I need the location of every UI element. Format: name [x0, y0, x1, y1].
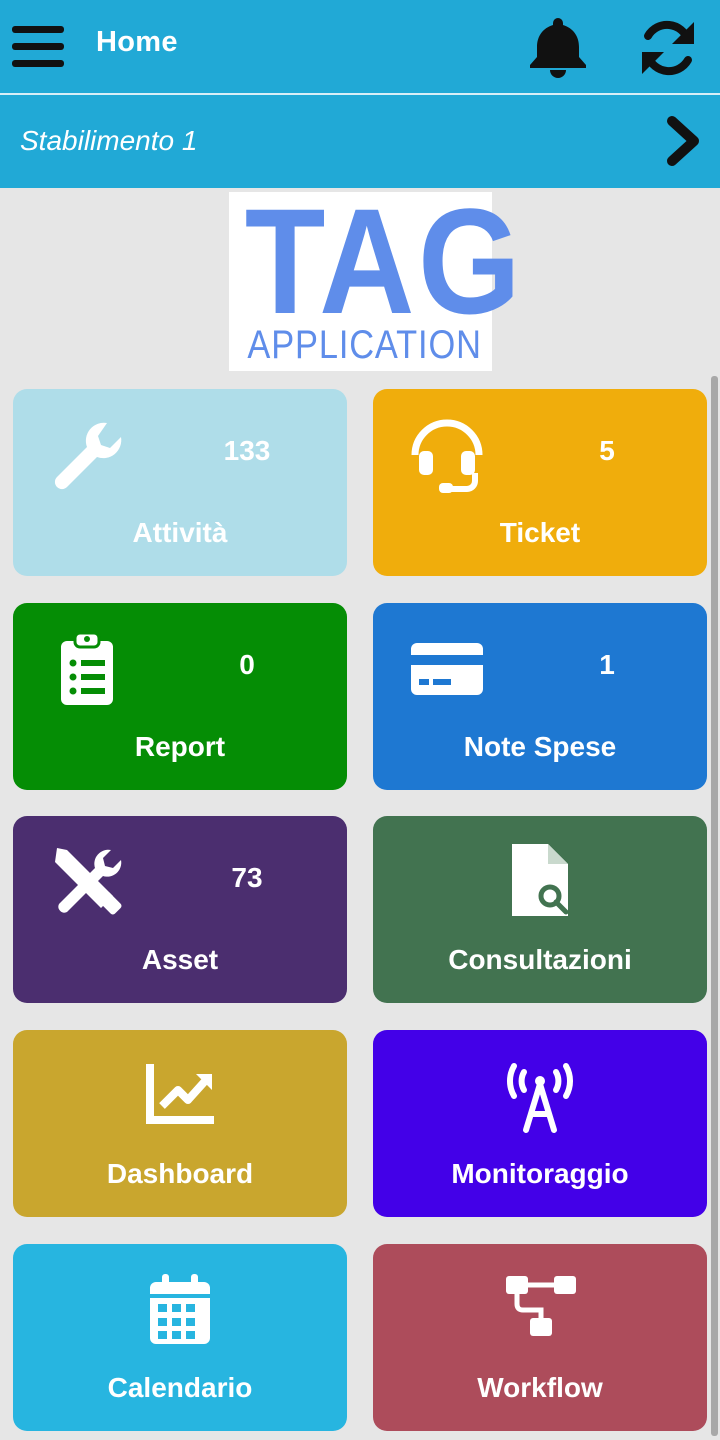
tile-label: Ticket — [499, 517, 581, 548]
tile-label: Attività — [132, 517, 228, 548]
tile-report[interactable]: 0 Report — [13, 603, 347, 790]
tile-attivita[interactable]: 133 Attività — [13, 389, 347, 576]
tools-icon — [55, 848, 122, 915]
tile-label: Consultazioni — [448, 944, 632, 975]
tile-asset[interactable]: 73 Asset — [13, 816, 347, 1003]
tile-count: 1 — [599, 649, 615, 680]
chart-line-icon — [146, 1064, 214, 1124]
tile-count: 73 — [231, 862, 263, 893]
broadcast-tower-icon — [507, 1063, 573, 1133]
plant-label: Stabilimento 1 — [20, 125, 198, 156]
tile-label: Monitoraggio — [451, 1158, 629, 1189]
bell-icon — [530, 18, 586, 78]
file-search-icon — [512, 844, 569, 916]
tile-label: Report — [134, 731, 226, 762]
tile-label: Calendario — [107, 1372, 253, 1403]
credit-card-icon — [411, 643, 483, 695]
hamburger-icon — [12, 26, 64, 33]
scrollbar[interactable] — [711, 376, 718, 1436]
calendar-icon — [150, 1274, 210, 1344]
notifications-button[interactable] — [526, 14, 590, 78]
tile-workflow[interactable]: Workflow — [373, 1244, 707, 1431]
wrench-icon — [54, 422, 122, 490]
clipboard-list-icon — [61, 631, 113, 705]
tile-count: 0 — [239, 649, 255, 680]
refresh-button[interactable] — [636, 16, 700, 80]
logo-subtitle: APPLICATION — [247, 323, 482, 367]
app-bar: Home — [0, 0, 720, 93]
tile-label: Note Spese — [463, 731, 617, 762]
tile-label: Asset — [141, 944, 219, 975]
tile-count: 5 — [599, 435, 615, 466]
plant-selector[interactable]: Stabilimento 1 — [0, 95, 720, 188]
tile-consultazioni[interactable]: Consultazioni — [373, 816, 707, 1003]
tile-note-spese[interactable]: 1 Note Spese — [373, 603, 707, 790]
tile-calendario[interactable]: Calendario — [13, 1244, 347, 1431]
app-logo: TAG APPLICATION — [229, 186, 521, 371]
page-title: Home — [96, 26, 178, 58]
tile-label: Dashboard — [106, 1158, 254, 1189]
logo-title: TAG — [244, 177, 525, 345]
chevron-right-icon — [667, 116, 699, 166]
sitemap-icon — [506, 1276, 576, 1336]
tile-ticket[interactable]: 5 Ticket — [373, 389, 707, 576]
tile-label: Workflow — [477, 1372, 603, 1403]
headset-icon — [411, 419, 483, 493]
refresh-icon — [642, 20, 694, 76]
tile-count: 133 — [223, 435, 271, 466]
tile-monitoraggio[interactable]: Monitoraggio — [373, 1030, 707, 1217]
menu-button[interactable] — [12, 26, 64, 68]
tile-dashboard[interactable]: Dashboard — [13, 1030, 347, 1217]
